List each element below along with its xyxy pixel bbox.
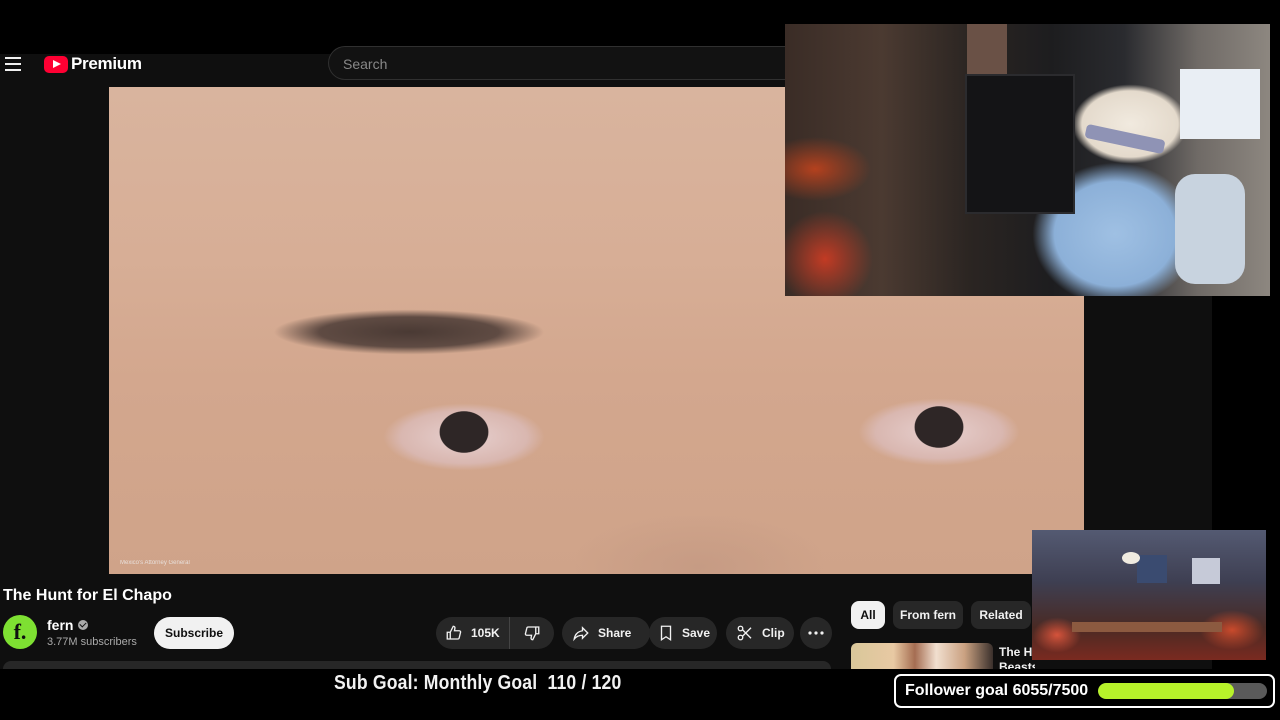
share-label: Share [598, 626, 632, 640]
scissors-icon [737, 625, 752, 641]
webcam-small-hat [1122, 552, 1140, 564]
clip-button[interactable]: Clip [726, 617, 794, 649]
webcam-chair [1175, 174, 1245, 284]
subscribe-button[interactable]: Subscribe [154, 617, 234, 649]
follower-goal-progress-fill [1098, 683, 1235, 699]
description-box[interactable] [3, 661, 831, 669]
sub-goal-text: Sub Goal: Monthly Goal 110 / 120 [334, 672, 622, 694]
follower-goal-progress-track [1098, 683, 1267, 699]
recommended-video-title[interactable]: The Hu [999, 645, 1035, 660]
like-button[interactable]: 105K [436, 617, 510, 649]
recommended-video-title-line2[interactable]: Beasts [999, 660, 1035, 669]
more-horizontal-icon [808, 631, 824, 635]
youtube-play-icon [44, 55, 68, 73]
thumbs-down-icon [524, 626, 540, 641]
webcam-small-monitor-left [1137, 555, 1167, 583]
save-label: Save [682, 626, 711, 640]
chip-related[interactable]: Related [971, 601, 1031, 629]
webcam-hat [1084, 123, 1166, 155]
video-credit: Mexico's Attorney General [120, 560, 190, 566]
webcam-small-monitor-right [1192, 558, 1220, 584]
channel-name-row[interactable]: fern [47, 617, 89, 633]
channel-avatar[interactable]: f. [3, 615, 37, 649]
bookmark-icon [660, 625, 672, 642]
webcam-feed-small [1032, 530, 1266, 660]
clip-label: Clip [762, 626, 785, 640]
hamburger-menu-icon[interactable] [5, 57, 21, 71]
search-input[interactable] [329, 47, 786, 81]
video-title: The Hunt for El Chapo [3, 587, 172, 604]
like-dislike-group: 105K [436, 617, 554, 649]
like-count: 105K [471, 626, 500, 640]
search-box[interactable] [328, 46, 786, 81]
channel-name[interactable]: fern [47, 617, 73, 633]
verified-icon [78, 620, 89, 630]
more-actions-button[interactable] [800, 617, 832, 649]
webcam-feed-main [785, 24, 1270, 296]
webcam-background-monitor [965, 74, 1075, 214]
share-icon [573, 626, 589, 642]
recommended-video-thumbnail[interactable] [851, 643, 993, 669]
chip-from-fern[interactable]: From fern [893, 601, 963, 629]
dislike-button[interactable] [510, 617, 554, 649]
youtube-logo[interactable]: Premium [44, 54, 142, 73]
webcam-background-poster [1180, 69, 1260, 139]
thumbs-up-icon [446, 625, 462, 640]
chip-all[interactable]: All [851, 601, 885, 629]
save-button[interactable]: Save [649, 617, 717, 649]
webcam-small-desk [1072, 622, 1222, 632]
follower-goal-label: Follower goal 6055/7500 [905, 682, 1089, 699]
follower-goal-widget: Follower goal 6055/7500 [894, 674, 1275, 708]
subscriber-count: 3.77M subscribers [47, 636, 137, 648]
brand-label: Premium [71, 54, 142, 73]
share-button[interactable]: Share [562, 617, 650, 649]
